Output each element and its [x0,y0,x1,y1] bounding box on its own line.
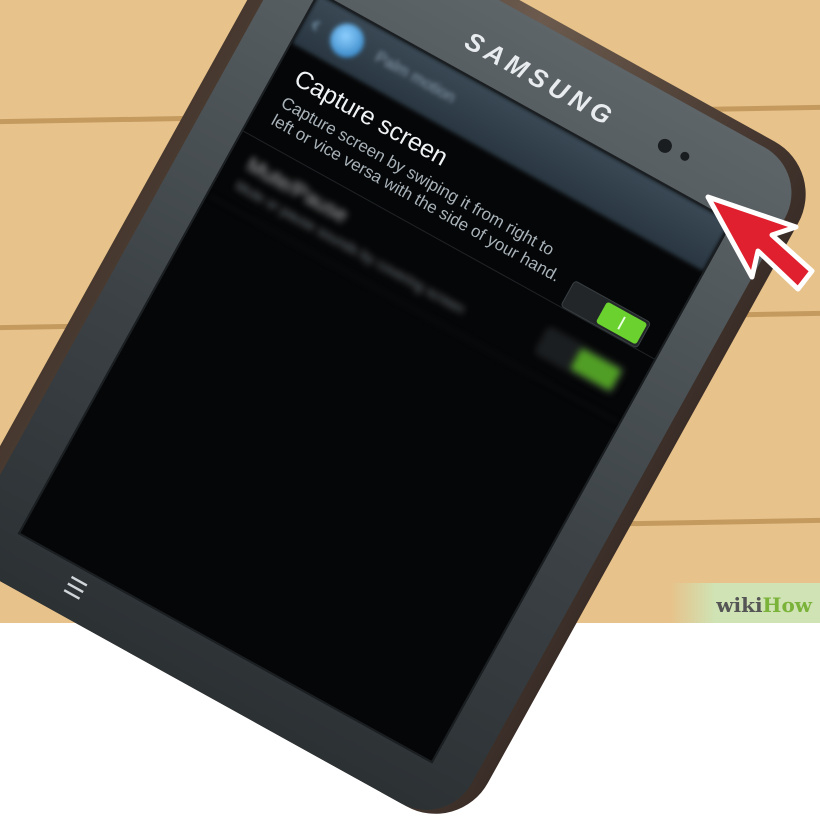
wikihow-logo: wikiHow [716,593,812,617]
settings-app-icon[interactable] [323,17,371,64]
back-chevron-icon[interactable]: ‹ [306,10,326,38]
wikihow-watermark: wikiHow [670,583,820,623]
pointer-arrow-icon [705,194,815,292]
smartphone: SAMSUNG ‹ Palm motion Capture screen Cap… [0,0,820,835]
phone-bezel: SAMSUNG ‹ Palm motion Capture screen Cap… [0,0,811,829]
